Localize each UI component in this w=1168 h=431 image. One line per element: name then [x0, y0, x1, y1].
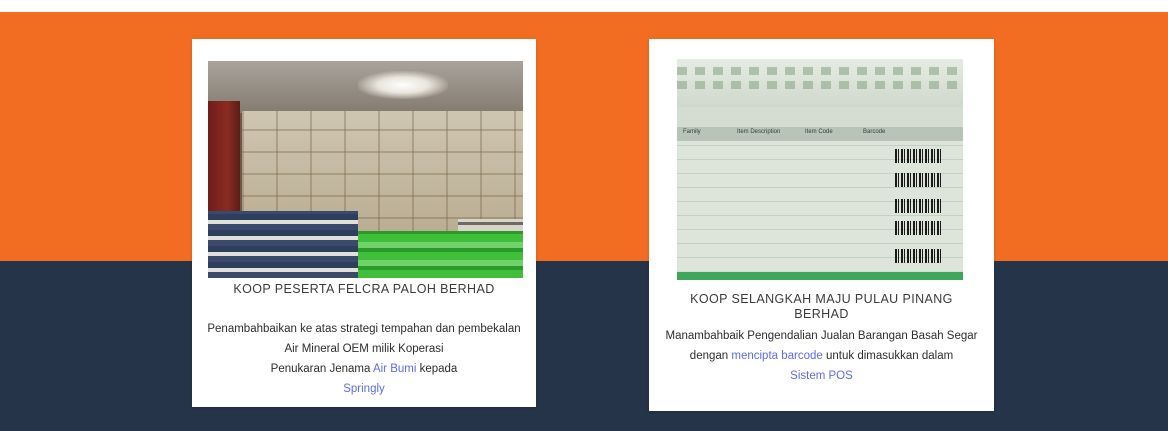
barcode-link[interactable]: mencipta barcode: [731, 350, 822, 362]
sheet-header-description: Item Description: [737, 129, 781, 135]
sheet-header-barcode: Barcode: [863, 129, 886, 135]
project-card-felcra[interactable]: KOOP PESERTA FELCRA PALOH BERHAD Penamba…: [192, 39, 536, 407]
barcode-icon: [895, 173, 941, 187]
sheet-header-code: Item Code: [805, 129, 833, 135]
sistem-pos-link[interactable]: Sistem POS: [790, 370, 853, 382]
card-title: KOOP PESERTA FELCRA PALOH BERHAD: [233, 282, 495, 296]
springly-link[interactable]: Springly: [343, 383, 385, 395]
barcode-icon: [895, 149, 941, 163]
description-text: Penambahbaikan ke atas strategi tempahan…: [207, 323, 521, 355]
spreadsheet-photo: Family Item Description Item Code Barcod…: [677, 59, 963, 280]
barcode-icon: [895, 249, 941, 263]
sheet-header-family: Family: [683, 129, 701, 135]
warehouse-photo: [208, 61, 523, 278]
card-title: KOOP SELANGKAH MAJU PULAU PINANG BERHAD: [690, 292, 953, 321]
card-description: Manambahbaik Pengendalian Jualan Baranga…: [665, 330, 978, 382]
barcode-icon: [895, 221, 941, 235]
card-description: Penambahbaikan ke atas strategi tempahan…: [207, 323, 521, 395]
air-bumi-link[interactable]: Air Bumi: [373, 363, 416, 375]
barcode-icon: [895, 199, 941, 213]
project-card-selangkah[interactable]: Family Item Description Item Code Barcod…: [649, 39, 994, 411]
